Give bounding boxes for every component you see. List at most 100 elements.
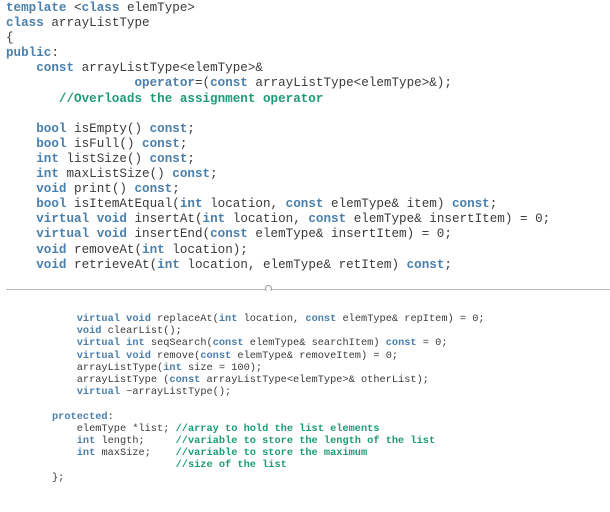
code-keyword: virtual void — [36, 227, 127, 242]
code-keyword: int — [36, 151, 59, 166]
code-text: elemType& searchItem) — [243, 337, 386, 350]
code-text: location, — [237, 313, 306, 325]
code-line: virtual void insertAt(int location, cons… — [6, 212, 550, 227]
code-text: location, — [225, 212, 309, 227]
code-text: ; — [172, 182, 180, 197]
code-text: elemType> — [119, 1, 195, 15]
code-keyword: int — [142, 242, 165, 257]
text-cursor-icon — [265, 285, 272, 292]
code-line: ​ — [6, 107, 550, 122]
code-keyword: int — [76, 447, 96, 460]
code-block-class-declaration-continued: virtual void replaceAt(int location, con… — [52, 313, 485, 484]
code-line: //Overloads the assignment operator — [6, 92, 550, 107]
code-line: virtual void remove(const elemType& remo… — [52, 350, 485, 362]
code-line: virtual ~arrayListType(); — [52, 386, 485, 398]
code-text: location); — [164, 242, 248, 257]
code-line: virtual void replaceAt(int location, con… — [52, 313, 485, 325]
code-text: ; — [187, 151, 195, 166]
code-line: class arrayListType — [6, 16, 550, 31]
code-line: int maxSize; //variable to store the max… — [52, 447, 485, 459]
code-text: replaceAt( — [150, 313, 219, 325]
code-keyword: virtual int — [76, 337, 145, 350]
code-keyword: virtual void — [76, 349, 151, 362]
code-text: elemType& insertItem) = 0; — [247, 227, 452, 242]
code-text: removeAt( — [66, 242, 143, 257]
code-text: size = 100); — [181, 361, 263, 374]
code-line: protected: — [52, 411, 485, 423]
code-line: void print() const; — [6, 182, 550, 197]
code-keyword: const — [451, 197, 490, 212]
code-keyword: const — [285, 197, 324, 212]
code-text: arrayListType — [43, 16, 150, 31]
code-comment: //size of the list — [175, 459, 287, 472]
code-keyword: const — [134, 182, 173, 197]
code-keyword: const — [36, 61, 75, 76]
code-text: ; — [444, 257, 452, 272]
code-text: arrayListType ( — [52, 374, 170, 387]
code-keyword: const — [210, 76, 248, 91]
code-text: remove( — [150, 349, 201, 362]
code-keyword: int — [218, 313, 238, 325]
code-keyword: const — [149, 151, 188, 166]
code-keyword: const — [142, 136, 180, 151]
code-keyword: void — [76, 325, 102, 338]
code-keyword: int — [202, 212, 226, 227]
code-text: location, elemType& retItem) — [179, 257, 407, 272]
code-keyword: class — [81, 1, 120, 15]
code-text: maxListSize() — [58, 167, 173, 182]
code-line: int length; //variable to store the leng… — [52, 435, 485, 447]
code-line: arrayListType (const arrayListType<elemT… — [52, 374, 485, 386]
code-text: isEmpty() — [66, 121, 150, 136]
code-keyword: void — [36, 257, 67, 272]
code-keyword: const — [200, 349, 232, 362]
code-line: arrayListType(int size = 100); — [52, 362, 485, 374]
code-text: arrayListType<elemType>& — [74, 61, 263, 76]
code-line: void retrieveAt(int location, elemType& … — [6, 258, 550, 273]
code-comment: //variable to store the length of the li… — [175, 435, 436, 448]
code-keyword: class — [6, 16, 44, 31]
code-keyword: const — [149, 121, 188, 136]
code-text: elemType& item) — [323, 197, 452, 212]
code-line: //size of the list — [52, 459, 485, 471]
code-text: : — [107, 410, 114, 423]
code-keyword: const — [385, 337, 417, 350]
code-text: : — [51, 46, 59, 61]
code-text: { — [6, 31, 14, 46]
code-line: operator=(const arrayListType<elemType>&… — [6, 76, 550, 91]
code-keyword: const — [172, 167, 211, 182]
code-keyword: public — [6, 46, 52, 61]
code-text: arrayListType<elemType>&); — [247, 76, 452, 91]
code-text: =( — [194, 76, 211, 91]
code-keyword: const — [406, 257, 445, 272]
code-text: < — [66, 1, 82, 15]
code-text: ~arrayListType(); — [119, 386, 232, 399]
page-separator-line — [6, 289, 610, 290]
code-text: isItemAtEqual( — [66, 197, 180, 212]
code-text: }; — [52, 471, 65, 484]
code-line: bool isEmpty() const; — [6, 122, 550, 137]
code-keyword: int — [157, 257, 180, 272]
code-text: print() — [66, 182, 135, 197]
code-text: insertEnd( — [126, 227, 211, 242]
code-text: ; — [187, 121, 195, 136]
code-line: public: — [6, 46, 550, 61]
code-text: isFull() — [66, 136, 143, 151]
code-keyword: virtual void — [36, 212, 127, 227]
code-text: arrayListType<elemType>& otherList); — [200, 374, 429, 387]
code-keyword: void — [36, 242, 67, 257]
code-text: seqSearch( — [144, 337, 213, 350]
code-keyword: const — [308, 212, 347, 227]
